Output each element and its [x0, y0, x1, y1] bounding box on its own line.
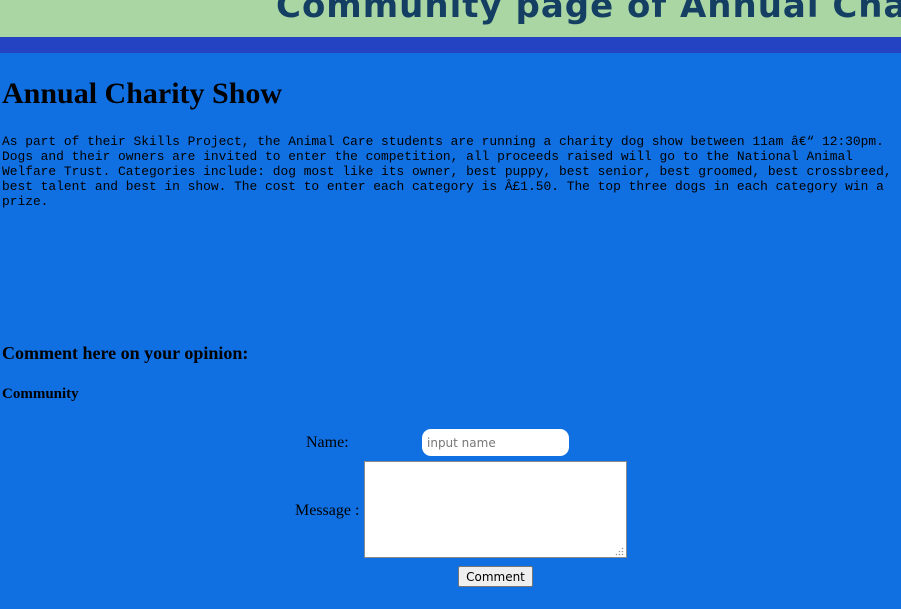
header-banner: Community page of Annual Chari — [0, 0, 901, 37]
name-input[interactable] — [422, 429, 569, 456]
message-textarea[interactable] — [364, 461, 627, 558]
banner-title: Community page of Annual Chari — [276, 0, 901, 26]
page-title: Annual Charity Show — [2, 77, 283, 110]
name-label: Name: — [306, 434, 349, 451]
resize-grip-icon[interactable] — [615, 547, 624, 556]
community-heading: Community — [2, 386, 79, 402]
comment-heading: Comment here on your opinion: — [2, 343, 249, 363]
comment-submit-button[interactable]: Comment — [458, 566, 533, 587]
message-label: Message : — [295, 502, 360, 519]
header-stripe — [0, 37, 901, 53]
intro-paragraph: As part of their Skills Project, the Ani… — [2, 134, 892, 209]
